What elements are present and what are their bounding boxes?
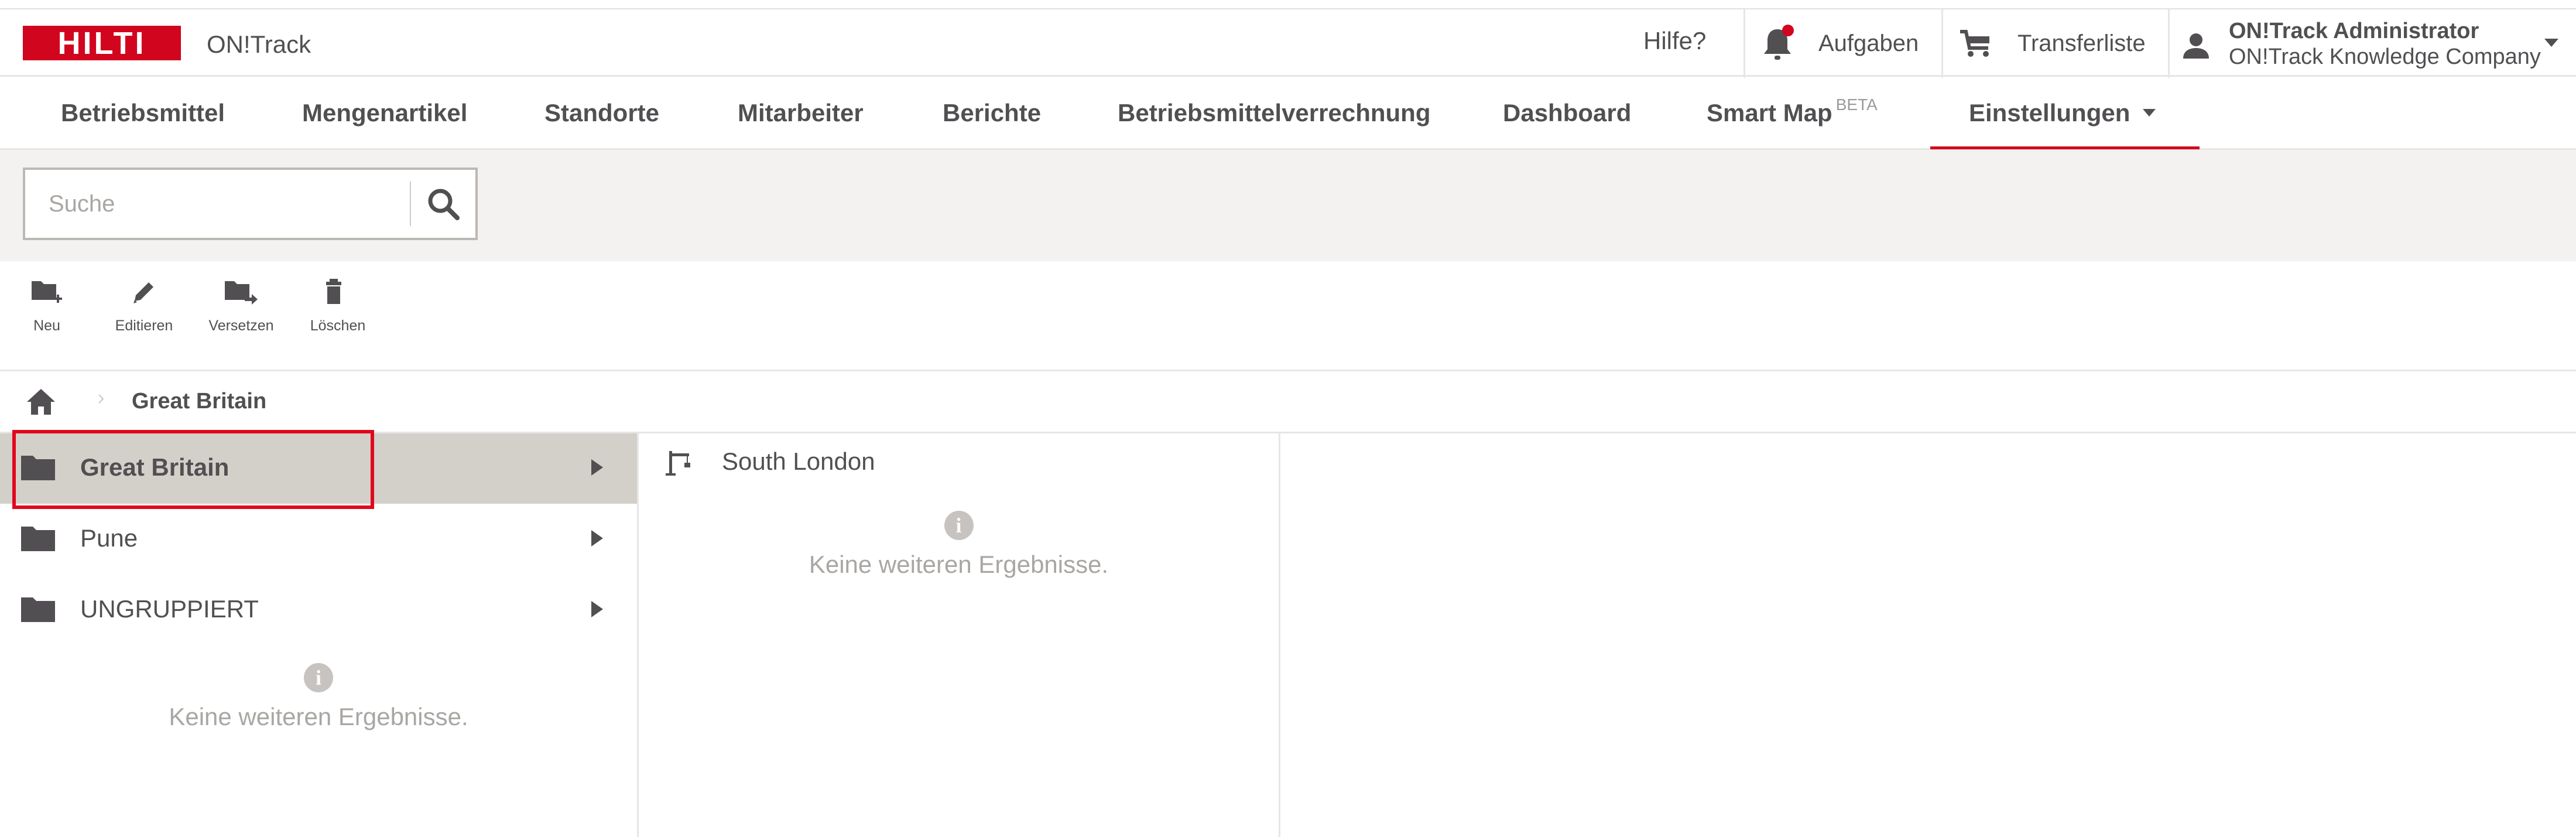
- search-area: [0, 150, 2576, 261]
- info-icon: i: [944, 511, 974, 540]
- list-item-label: Pune: [80, 524, 138, 552]
- transfer-list-link[interactable]: Transferliste: [2017, 30, 2146, 57]
- edit-button[interactable]: Editieren: [109, 278, 179, 334]
- nav-item-mitarbeiter[interactable]: Mitarbeiter: [738, 99, 864, 127]
- action-toolbar: Neu Editieren Versetzen Löschen: [0, 261, 2576, 371]
- app-title: ON!Track: [207, 30, 311, 58]
- divider: [410, 182, 411, 226]
- chevron-down-icon[interactable]: [2143, 109, 2156, 117]
- trash-icon: [326, 279, 341, 304]
- folder-icon: [21, 527, 55, 551]
- chevron-right-icon[interactable]: [591, 601, 603, 617]
- move-button[interactable]: Versetzen: [205, 278, 278, 334]
- beta-badge: BETA: [1835, 95, 1878, 114]
- selection-highlight: [12, 430, 374, 509]
- active-tab-indicator: [1930, 146, 2200, 149]
- new-label: Neu: [33, 317, 60, 334]
- nav-item-standorte[interactable]: Standorte: [544, 99, 659, 127]
- chevron-down-icon[interactable]: [2544, 39, 2558, 47]
- folder-move-icon: [225, 281, 258, 305]
- search-input[interactable]: [25, 170, 412, 238]
- logo-text: HILTI: [57, 25, 146, 61]
- list-item-label: South London: [722, 447, 875, 475]
- main-nav: Betriebsmittel Mengenartikel Standorte M…: [0, 77, 2576, 150]
- notification-dot: [1782, 25, 1794, 36]
- pencil-icon: [133, 282, 153, 303]
- chevron-right-icon[interactable]: [591, 459, 603, 476]
- detail-panel: [1280, 433, 2576, 837]
- list-item-ungruppiert[interactable]: UNGRUPPIERT: [0, 575, 637, 645]
- chevron-right-icon: [98, 394, 104, 404]
- cart-icon[interactable]: [1958, 27, 1994, 61]
- empty-results: i Keine weiteren Ergebnisse.: [639, 511, 1279, 579]
- help-link[interactable]: Hilfe?: [1643, 27, 1706, 55]
- breadcrumb: Great Britain: [0, 371, 2576, 433]
- tasks-link[interactable]: Aufgaben: [1818, 30, 1919, 57]
- location-column: South London i Keine weiteren Ergebnisse…: [639, 433, 1280, 837]
- nav-item-smart-map[interactable]: Smart Map BETA: [1707, 95, 1878, 127]
- user-name[interactable]: ON!Track Administrator: [2229, 19, 2479, 44]
- nav-item-berichte[interactable]: Berichte: [943, 99, 1041, 127]
- nav-item-betriebsmittel[interactable]: Betriebsmittel: [61, 99, 225, 127]
- folder-icon: [21, 597, 55, 622]
- user-icon[interactable]: [2181, 32, 2211, 61]
- list-item-label: UNGRUPPIERT: [80, 595, 259, 623]
- crane-icon: [666, 451, 690, 476]
- top-bar: HILTI ON!Track Hilfe? Aufgaben Transferl…: [0, 8, 2576, 78]
- divider: [1743, 9, 1745, 78]
- divider: [1941, 9, 1943, 78]
- nav-item-dashboard[interactable]: Dashboard: [1503, 99, 1631, 127]
- empty-results-text: Keine weiteren Ergebnisse.: [809, 551, 1109, 578]
- delete-button[interactable]: Löschen: [306, 278, 370, 334]
- chevron-right-icon[interactable]: [591, 530, 603, 546]
- empty-results: i Keine weiteren Ergebnisse.: [0, 663, 637, 731]
- nav-item-mengenartikel[interactable]: Mengenartikel: [302, 99, 467, 127]
- empty-results-text: Keine weiteren Ergebnisse.: [169, 703, 468, 730]
- nav-item-betriebsmittelverrechnung[interactable]: Betriebsmittelverrechnung: [1118, 99, 1430, 127]
- hilti-logo[interactable]: HILTI: [23, 25, 181, 61]
- delete-label: Löschen: [310, 317, 366, 334]
- user-company[interactable]: ON!Track Knowledge Company: [2229, 45, 2541, 70]
- list-item-south-london[interactable]: South London: [639, 433, 1279, 492]
- nav-item-label: Smart Map: [1707, 99, 1832, 127]
- info-icon: i: [304, 663, 333, 692]
- new-button[interactable]: Neu: [23, 278, 70, 334]
- home-icon[interactable]: [23, 385, 59, 418]
- search-box: [23, 168, 478, 240]
- search-icon[interactable]: [423, 184, 464, 225]
- breadcrumb-current: Great Britain: [132, 389, 267, 414]
- divider: [2168, 9, 2170, 78]
- folder-add-icon: [32, 281, 62, 303]
- list-item-pune[interactable]: Pune: [0, 504, 637, 575]
- nav-item-einstellungen[interactable]: Einstellungen: [1969, 99, 2130, 127]
- edit-label: Editieren: [115, 317, 173, 334]
- move-label: Versetzen: [208, 317, 274, 334]
